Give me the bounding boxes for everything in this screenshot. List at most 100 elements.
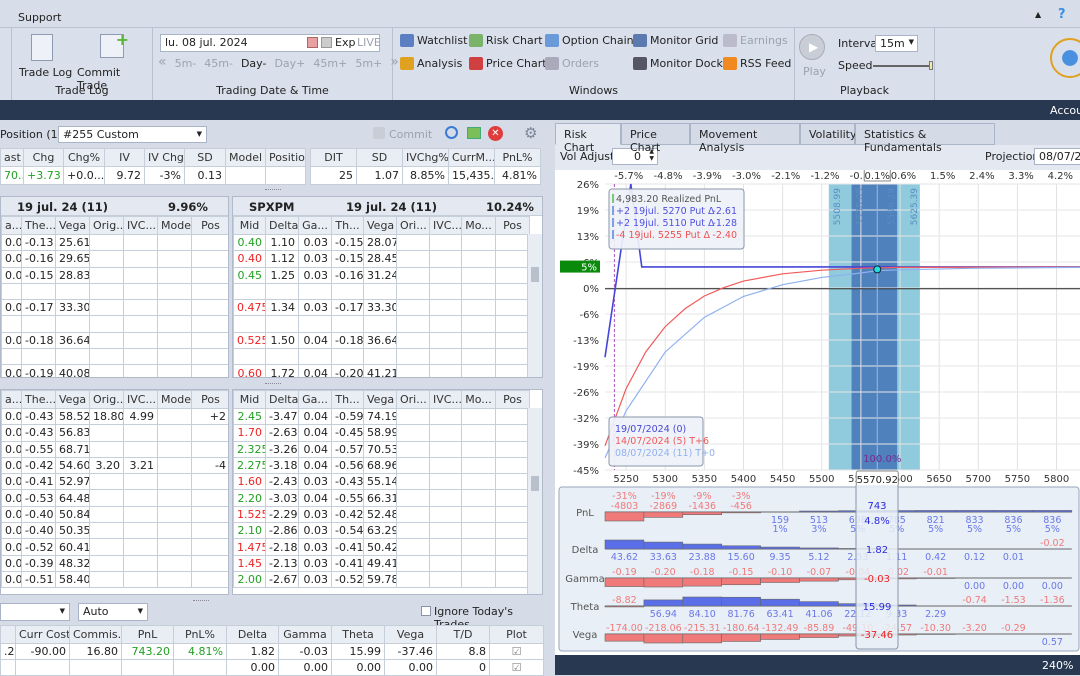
column-header[interactable]: Mid <box>234 391 266 409</box>
menu-support[interactable]: Support <box>18 11 61 24</box>
table-row[interactable]: 0.03-0.1325.61 <box>2 235 230 251</box>
window-earnings-button[interactable]: Earnings <box>723 34 788 47</box>
splitter-handle[interactable] <box>265 383 281 384</box>
column-header[interactable]: SD <box>357 149 403 167</box>
window-analysis-button[interactable]: Analysis <box>400 57 462 70</box>
plot-checkbox[interactable]: ☑ <box>512 645 522 658</box>
table-row[interactable]: 0.5251.500.04-0.1836.64 <box>234 332 530 348</box>
risk-chart[interactable]: 5250530053505400545055005550560056505700… <box>555 170 1080 485</box>
table-row[interactable]: 0.03-0.4254.603.203.21-4 <box>2 457 230 473</box>
column-header[interactable]: Vega <box>364 391 397 409</box>
table-row[interactable]: 0.03-0.1629.65 <box>2 251 230 267</box>
calendar-icon[interactable] <box>307 37 318 48</box>
column-header[interactable]: Chg% <box>64 149 105 167</box>
column-header[interactable]: T/D <box>437 626 490 644</box>
column-header[interactable]: PnL <box>122 626 174 644</box>
nav-day-forward[interactable]: Day+ <box>274 57 305 70</box>
account-label[interactable]: Accou <box>1050 104 1080 117</box>
table-row[interactable]: 0.04-0.1940.08 <box>2 365 230 378</box>
table-row[interactable]: 0.03-0.1528.83 <box>2 267 230 283</box>
column-header[interactable]: IVChg% <box>403 149 449 167</box>
column-header[interactable]: Th... <box>332 217 364 235</box>
help-icon[interactable]: ? <box>1058 7 1066 22</box>
window-rss-feed-button[interactable]: RSS Feed <box>723 57 791 70</box>
table-row[interactable]: 0.03-0.4050.84 <box>2 506 230 522</box>
column-header[interactable]: Vega <box>56 217 90 235</box>
table-row[interactable]: 0.04-0.5568.71 <box>2 441 230 457</box>
play-button[interactable]: Play <box>803 65 826 78</box>
trade-log-button[interactable]: Trade Log <box>19 66 72 79</box>
table-row[interactable]: 0.03-0.1733.30 <box>2 300 230 316</box>
window-option-chain-button[interactable]: Option Chain <box>545 34 634 47</box>
column-header[interactable]: SD <box>185 149 226 167</box>
column-header[interactable]: Pos <box>192 391 230 409</box>
table-row[interactable] <box>2 283 230 299</box>
table-row[interactable]: 70....+3.73+0.0...9.72-3%0.13 <box>1 167 306 185</box>
window-watchlist-button[interactable]: Watchlist <box>400 34 467 47</box>
nav-45m-forward[interactable]: 45m+ <box>313 57 347 70</box>
column-header[interactable]: Chg <box>24 149 64 167</box>
column-header[interactable]: Delta <box>266 391 299 409</box>
column-header[interactable]: The... <box>22 391 56 409</box>
play-icon[interactable]: ▶ <box>799 34 825 60</box>
column-header[interactable]: a... <box>2 391 22 409</box>
nav-45m-back[interactable]: 45m- <box>204 57 233 70</box>
step-icon[interactable] <box>321 37 332 48</box>
commit-button[interactable]: Commit <box>389 128 432 141</box>
scrollbar[interactable] <box>527 408 542 595</box>
column-header[interactable]: CurrM... <box>449 149 495 167</box>
column-header[interactable]: Pos <box>496 217 530 235</box>
column-header[interactable]: IVC... <box>124 217 158 235</box>
nav-5m-forward[interactable]: 5m+ <box>355 57 382 70</box>
column-header[interactable]: Delta <box>266 217 299 235</box>
tab-statistics-fundamentals[interactable]: Statistics & Fundamentals <box>855 123 995 145</box>
column-header[interactable]: IVC... <box>124 391 158 409</box>
panel-splitter[interactable] <box>548 120 555 675</box>
table-row[interactable] <box>234 316 530 332</box>
column-header[interactable]: Ga... <box>299 217 332 235</box>
table-row[interactable]: 0.03-0.5260.41 <box>2 539 230 555</box>
table-row[interactable]: 0.601.720.04-0.2041.21 <box>234 365 530 378</box>
live-button[interactable]: LIVE <box>357 36 381 49</box>
column-header[interactable]: Theta <box>332 626 385 644</box>
table-row[interactable]: 2.10-2.860.03-0.5463.29 <box>234 523 530 539</box>
column-header[interactable]: Vega <box>56 391 90 409</box>
column-header[interactable]: a... <box>2 217 22 235</box>
table-row[interactable]: 2.275-3.180.04-0.5668.96 <box>234 457 530 473</box>
window-price-chart-button[interactable]: Price Chart <box>469 57 547 70</box>
column-header[interactable]: Position <box>266 149 306 167</box>
table-row[interactable]: 0.401.120.03-0.1528.45 <box>234 251 530 267</box>
table-row[interactable]: 1.525-2.290.03-0.4252.48 <box>234 506 530 522</box>
table-row[interactable]: 2.325-3.260.04-0.5770.53 <box>234 441 530 457</box>
nav-day-back[interactable]: Day- <box>241 57 267 70</box>
column-header[interactable]: Th... <box>332 391 364 409</box>
table-row[interactable]: 0.04-0.4356.83 <box>2 425 230 441</box>
current-pnl-point[interactable] <box>874 266 881 273</box>
column-header[interactable]: Model <box>158 391 192 409</box>
column-header[interactable]: IV Chg <box>145 149 185 167</box>
position-select[interactable]: #255 Custom▼ <box>58 126 207 143</box>
column-header[interactable]: Orig... <box>90 391 124 409</box>
column-header[interactable]: IVC... <box>430 217 462 235</box>
tab-risk-chart[interactable]: Risk Chart <box>555 123 621 145</box>
column-header[interactable] <box>1 626 16 644</box>
window-monitor-grid-button[interactable]: Monitor Grid <box>633 34 718 47</box>
column-header[interactable]: Model <box>158 217 192 235</box>
column-header[interactable]: Mo... <box>462 391 496 409</box>
column-header[interactable]: Commis... <box>70 626 122 644</box>
scroll-thumb[interactable] <box>531 476 539 491</box>
table-row[interactable]: 0.451.250.03-0.1631.24 <box>234 267 530 283</box>
tab-volatility[interactable]: Volatility <box>800 123 855 145</box>
column-header[interactable]: Pos <box>192 217 230 235</box>
table-row[interactable]: 0.4751.340.03-0.1733.30 <box>234 300 530 316</box>
table-row[interactable] <box>234 349 530 365</box>
speed-slider[interactable] <box>873 65 933 67</box>
column-header[interactable]: Ori... <box>397 391 430 409</box>
window-orders-button[interactable]: Orders <box>545 57 599 70</box>
column-header[interactable]: ast <box>1 149 24 167</box>
mode-select[interactable]: Auto▼ <box>78 603 148 621</box>
table-row[interactable]: 1.45-2.130.03-0.4149.41 <box>234 555 530 571</box>
column-header[interactable]: Gamma <box>279 626 332 644</box>
column-header[interactable]: Mid <box>234 217 266 235</box>
column-header[interactable]: Ori... <box>397 217 430 235</box>
